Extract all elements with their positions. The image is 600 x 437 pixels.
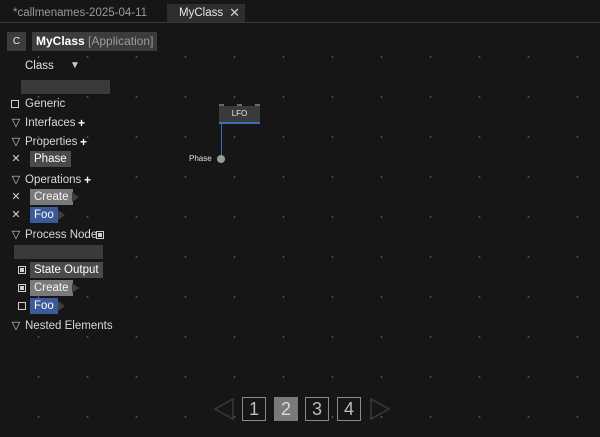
page-button-3[interactable]: 3 (305, 397, 329, 421)
chevron-down-icon[interactable]: ▼ (70, 60, 80, 71)
class-badge: C (7, 32, 26, 51)
checkbox-checked-icon[interactable] (18, 284, 26, 292)
process-foo[interactable]: Foo (30, 298, 58, 314)
class-kind: [Application] (88, 34, 154, 48)
page-button-1[interactable]: 1 (242, 397, 266, 421)
input-pin[interactable] (237, 104, 242, 106)
collapse-triangle-icon[interactable]: ▽ (10, 227, 22, 243)
operation-foo[interactable]: Foo (30, 207, 58, 223)
lfo-node-label: LFO (231, 109, 248, 118)
play-triangle-icon[interactable] (58, 301, 65, 311)
checkbox-icon[interactable] (18, 302, 26, 310)
checkbox-checked-icon[interactable] (18, 266, 26, 274)
class-field[interactable] (21, 80, 110, 94)
tab-myclass[interactable]: MyClass ✕ (167, 4, 245, 22)
class-name: MyClass (36, 34, 85, 48)
tab-myclass-label: MyClass (179, 7, 224, 19)
play-triangle-icon[interactable] (72, 283, 79, 293)
previous-page-icon[interactable] (213, 397, 237, 421)
remove-icon[interactable]: ✕ (10, 189, 22, 205)
output-port-label: Phase (189, 154, 212, 163)
close-icon[interactable]: ✕ (229, 4, 240, 22)
collapse-triangle-icon[interactable]: ▽ (10, 172, 22, 188)
checkbox-icon[interactable] (11, 100, 19, 108)
input-pin[interactable] (255, 104, 260, 106)
input-pin[interactable] (219, 104, 224, 106)
output-port[interactable] (217, 155, 225, 163)
section-process-node-label: Process Node (25, 229, 98, 241)
process-node-field[interactable] (14, 245, 103, 259)
tab-callmenames-label: *callmenames-2025-04-11 (13, 7, 148, 19)
remove-icon[interactable]: ✕ (10, 151, 22, 167)
section-nested-label: Nested Elements (25, 320, 113, 332)
play-triangle-icon[interactable] (58, 210, 65, 220)
class-title[interactable]: MyClass [Application] (32, 32, 158, 51)
section-properties-label: Properties (25, 136, 78, 148)
class-selector-label: Class (25, 60, 54, 72)
operation-create[interactable]: Create (30, 189, 73, 205)
process-create[interactable]: Create (30, 280, 73, 296)
section-generic-label: Generic (25, 98, 66, 110)
lfo-node[interactable]: LFO (219, 104, 260, 124)
section-interfaces-label: Interfaces (25, 117, 76, 129)
collapse-triangle-icon[interactable]: ▽ (10, 115, 22, 131)
add-operation-icon[interactable]: + (84, 172, 91, 188)
add-property-icon[interactable]: + (80, 134, 87, 150)
remove-icon[interactable]: ✕ (10, 207, 22, 223)
collapse-triangle-icon[interactable]: ▽ (10, 134, 22, 150)
link-wire[interactable] (221, 124, 222, 159)
page-button-2[interactable]: 2 (274, 397, 298, 421)
next-page-icon[interactable] (367, 397, 391, 421)
process-node-toggle-icon[interactable] (96, 231, 104, 239)
process-state-output[interactable]: State Output (30, 262, 103, 278)
collapse-triangle-icon[interactable]: ▽ (10, 318, 22, 334)
play-triangle-icon[interactable] (72, 192, 79, 202)
tab-bar: *callmenames-2025-04-11 MyClass ✕ (0, 0, 600, 23)
tab-callmenames[interactable]: *callmenames-2025-04-11 (7, 4, 163, 22)
section-operations-label: Operations (25, 174, 82, 186)
property-phase[interactable]: Phase (30, 151, 71, 167)
page-button-4[interactable]: 4 (337, 397, 361, 421)
add-interface-icon[interactable]: + (78, 115, 85, 131)
class-selector[interactable]: Class ▼ (25, 60, 80, 72)
